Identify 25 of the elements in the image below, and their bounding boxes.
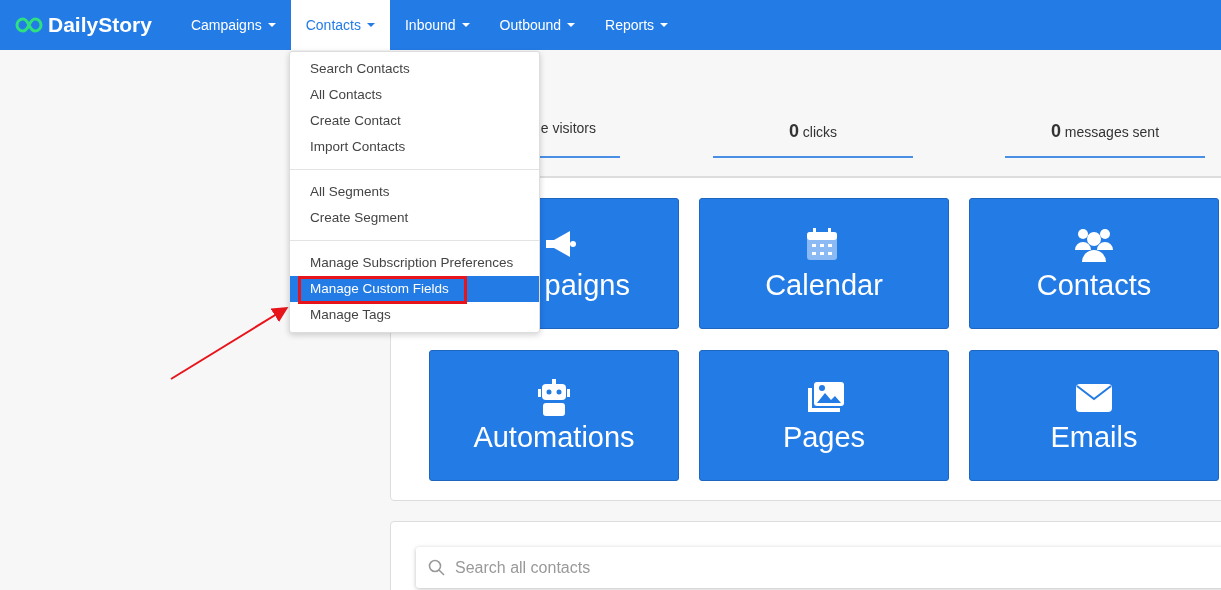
dashboard-tile[interactable]: Automations [429,350,679,481]
stat-counter: 0 clicks [713,118,913,158]
nav-menu-tab[interactable]: Contacts [290,0,390,50]
search-icon [428,559,445,576]
caret-icon [366,23,375,27]
nav-menu-tab[interactable]: Campaigns [175,0,291,50]
stat-counter: 0 messages sent [1005,118,1205,158]
dropdown-item[interactable]: All Contacts [290,82,539,108]
dashboard-tile[interactable]: Pages [699,350,949,481]
caret-icon [461,23,470,27]
nav-menu-tab[interactable]: Reports [590,0,684,50]
dashboard-tile[interactable]: Contacts [969,198,1219,329]
brand-name: DailyStory [48,12,152,39]
dashboard-tile[interactable]: Emails [969,350,1219,481]
search-field[interactable]: Search all contacts [416,547,1221,588]
caret-icon [660,23,669,27]
dropdown-item[interactable]: Search Contacts [290,56,539,82]
nav-menu-tab[interactable]: Outbound [484,0,591,50]
caret-icon [567,23,576,27]
dropdown-item[interactable]: Create Contact [290,108,539,134]
dashboard-tile[interactable]: Calendar [699,198,949,329]
infinity-logo-icon [14,16,44,34]
dropdown-item[interactable]: Import Contacts [290,134,539,160]
nav-menu-tab[interactable]: Inbound [389,0,485,50]
caret-icon [267,23,276,27]
